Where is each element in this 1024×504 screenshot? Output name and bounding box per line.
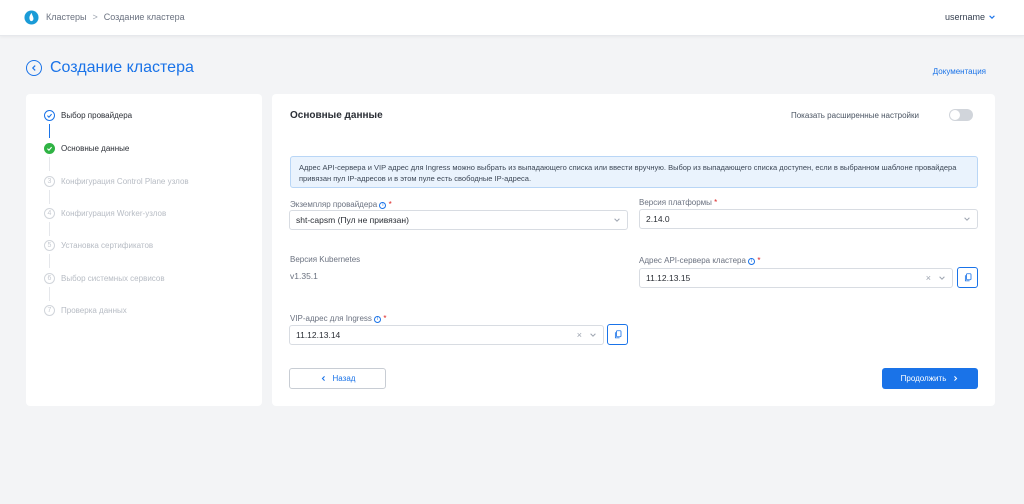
step-basic-data[interactable]: Основные данные	[44, 143, 129, 154]
vip-label: VIP-адрес для Ingress i *	[290, 314, 387, 323]
breadcrumb: Кластеры > Создание кластера	[46, 12, 185, 22]
step-number: 3	[44, 176, 55, 187]
step-number: 5	[44, 240, 55, 251]
top-bar: Кластеры > Создание кластера username	[0, 0, 1024, 36]
chevron-down-icon[interactable]	[938, 274, 946, 282]
api-server-select[interactable]: 11.12.13.15 ×	[639, 268, 953, 288]
info-alert: Адрес API-сервера и VIP адрес для Ingres…	[290, 156, 978, 188]
continue-button-label: Продолжить	[900, 374, 947, 383]
k8s-value: v1.35.1	[290, 271, 318, 281]
required-mark: *	[388, 200, 392, 209]
step-connector	[49, 157, 50, 171]
step-connector	[49, 124, 50, 138]
back-button[interactable]: Назад	[289, 368, 386, 389]
step-label: Проверка данных	[61, 306, 127, 315]
step-label: Конфигурация Control Plane узлов	[61, 177, 189, 186]
step-label: Установка сертификатов	[61, 241, 154, 250]
platform-label: Версия платформы *	[639, 198, 718, 207]
username: username	[944, 12, 985, 22]
chevron-down-icon[interactable]	[589, 331, 597, 339]
copy-icon	[614, 330, 621, 339]
app-logo-icon[interactable]	[24, 10, 39, 25]
step-connector	[49, 287, 50, 301]
provider-select[interactable]: sht-capsm (Пул не привязан)	[289, 210, 628, 230]
step-system-services: 6 Выбор системных сервисов	[44, 273, 165, 284]
page-back-button[interactable]	[26, 60, 42, 76]
back-button-label: Назад	[332, 374, 356, 383]
step-number: 7	[44, 305, 55, 316]
step-worker: 4 Конфигурация Worker-узлов	[44, 208, 166, 219]
section-title: Основные данные	[290, 110, 383, 121]
required-mark: *	[383, 314, 387, 323]
provider-label: Экземпляр провайдера i *	[290, 200, 392, 209]
continue-button[interactable]: Продолжить	[882, 368, 978, 389]
chevron-down-icon[interactable]	[963, 215, 971, 223]
chevron-right-icon: >	[92, 12, 98, 22]
breadcrumb-clusters[interactable]: Кластеры	[46, 12, 87, 22]
step-label: Выбор системных сервисов	[61, 274, 165, 283]
vip-value: 11.12.13.14	[296, 330, 341, 340]
form-panel: Основные данные Показать расширенные нас…	[272, 94, 995, 406]
step-certificates: 5 Установка сертификатов	[44, 240, 153, 251]
advanced-settings-toggle[interactable]	[949, 109, 973, 121]
wizard-stepper: Выбор провайдера Основные данные 3 Конфи…	[26, 94, 262, 406]
breadcrumb-current: Создание кластера	[103, 12, 185, 22]
toggle-knob	[950, 110, 960, 120]
advanced-settings-label: Показать расширенные настройки	[790, 111, 919, 120]
chevron-down-icon[interactable]	[613, 216, 621, 224]
step-control-plane: 3 Конфигурация Control Plane узлов	[44, 176, 189, 187]
info-icon[interactable]: i	[374, 316, 382, 323]
info-icon[interactable]: i	[748, 258, 756, 265]
chevron-left-icon	[321, 376, 325, 381]
page-title: Создание кластера	[50, 59, 194, 76]
chevron-down-icon	[989, 15, 995, 19]
info-icon[interactable]: i	[379, 202, 387, 209]
chevron-right-icon	[954, 376, 958, 381]
api-server-label: Адрес API-сервера кластера i *	[639, 256, 761, 265]
required-mark: *	[757, 256, 761, 265]
k8s-label: Версия Kubernetes	[290, 255, 361, 264]
vip-copy-button[interactable]	[607, 324, 628, 345]
step-label: Основные данные	[61, 144, 130, 153]
required-mark: *	[714, 198, 718, 207]
check-icon	[44, 110, 55, 121]
step-connector	[49, 190, 50, 204]
chevron-left-icon	[31, 65, 36, 71]
vip-select[interactable]: 11.12.13.14 ×	[289, 325, 604, 345]
provider-value: sht-capsm (Пул не привязан)	[296, 215, 409, 225]
documentation-link[interactable]: Документация	[933, 67, 986, 76]
step-label: Выбор провайдера	[61, 111, 133, 120]
step-number: 6	[44, 273, 55, 284]
step-connector	[49, 254, 50, 268]
step-provider[interactable]: Выбор провайдера	[44, 110, 132, 121]
user-menu[interactable]: username	[945, 12, 996, 22]
platform-value: 2.14.0	[646, 214, 670, 224]
api-server-copy-button[interactable]	[957, 267, 978, 288]
clear-icon[interactable]: ×	[926, 273, 931, 283]
step-label: Конфигурация Worker-узлов	[61, 209, 167, 218]
check-icon	[44, 143, 55, 154]
platform-select[interactable]: 2.14.0	[639, 209, 978, 229]
step-connector	[49, 222, 50, 236]
step-review: 7 Проверка данных	[44, 305, 127, 316]
step-number: 4	[44, 208, 55, 219]
api-server-value: 11.12.13.15	[646, 273, 691, 283]
copy-icon	[964, 273, 971, 282]
clear-icon[interactable]: ×	[577, 330, 582, 340]
